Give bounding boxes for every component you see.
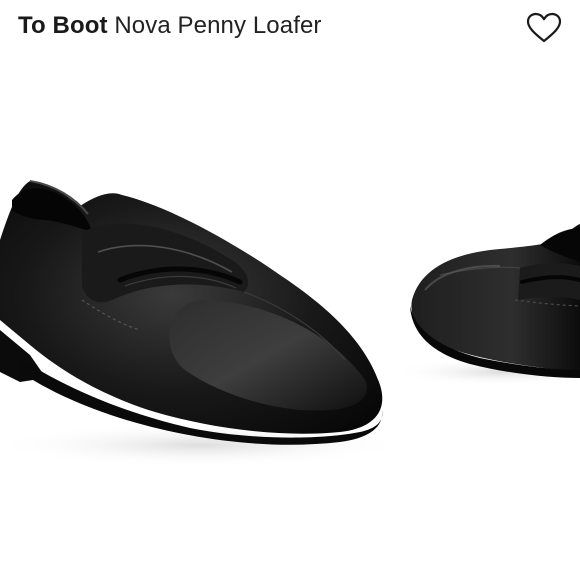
- heart-outline-icon: [526, 12, 562, 43]
- product-name: Nova Penny Loafer: [114, 12, 322, 39]
- product-title: To Boot Nova Penny Loafer: [18, 10, 322, 42]
- product-image-gallery[interactable]: [0, 58, 580, 580]
- product-header: To Boot Nova Penny Loafer: [0, 0, 580, 56]
- product-image: [0, 180, 580, 467]
- wishlist-button[interactable]: [524, 8, 564, 48]
- brand-name: To Boot: [18, 12, 108, 39]
